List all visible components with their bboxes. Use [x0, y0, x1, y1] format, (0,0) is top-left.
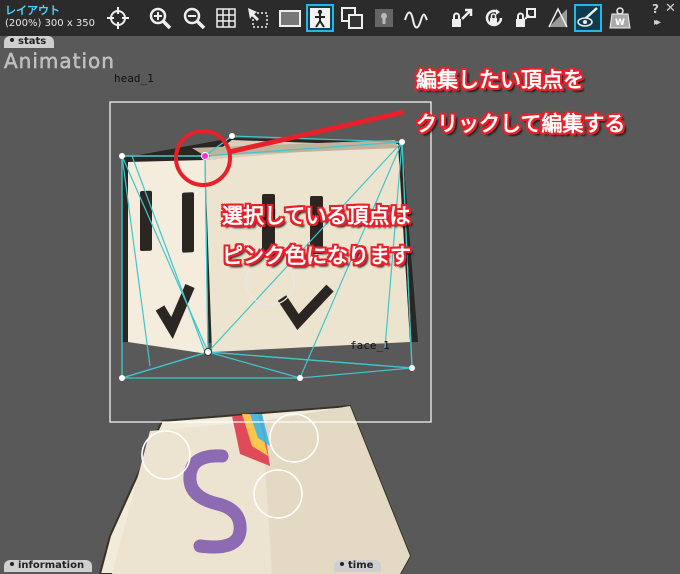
overlap-button[interactable]	[338, 4, 366, 32]
toolbar: レイアウト (200%) 300 x 350 W ? ✕ ▸▸	[0, 0, 680, 36]
select-area-icon	[248, 8, 268, 28]
skeleton-button[interactable]	[306, 4, 334, 32]
help-button[interactable]: ?	[652, 2, 659, 16]
grid-button[interactable]	[212, 4, 240, 32]
select-area-button[interactable]	[244, 4, 272, 32]
canvas-area[interactable]: stats Animation head_1 face_1 編集したい頂点を ク…	[0, 36, 680, 574]
face-bone-label: face_1	[350, 339, 390, 352]
window-title: レイアウト	[5, 4, 60, 17]
curve-button[interactable]	[402, 4, 430, 32]
time-tab-label: time	[348, 560, 374, 571]
weight-icon: W	[609, 7, 631, 29]
move-lock-icon	[452, 8, 473, 27]
keyhole-icon	[375, 9, 393, 27]
annotation-top-line2: クリックして編集する	[416, 112, 626, 136]
eye-brush-icon	[577, 7, 598, 27]
time-tab[interactable]: time	[334, 560, 382, 572]
annotation-mid-line2: ピンク色になります	[222, 244, 411, 268]
frame-button[interactable]	[276, 4, 304, 32]
move-tool-button[interactable]	[104, 4, 132, 32]
layers-icon	[341, 7, 363, 29]
frame-icon	[279, 10, 301, 27]
svg-text:W: W	[615, 18, 625, 28]
scale-lock-button[interactable]	[512, 4, 540, 32]
rotate-lock-button[interactable]	[480, 4, 508, 32]
information-tab[interactable]: information	[4, 560, 93, 572]
close-button[interactable]: ✕	[665, 1, 676, 16]
selected-vertex[interactable]	[201, 152, 209, 160]
zoom-out-button[interactable]	[180, 4, 208, 32]
zoom-out-icon	[183, 7, 206, 30]
texture-icon	[548, 7, 568, 28]
scale-lock-icon	[516, 8, 536, 27]
rotate-lock-icon	[485, 9, 503, 27]
wave-icon	[404, 11, 428, 29]
stick-figure-icon	[310, 8, 330, 28]
forward-button[interactable]: ▸▸	[654, 17, 661, 28]
texture-button[interactable]	[544, 4, 572, 32]
annotation-top-line1: 編集したい頂点を	[416, 68, 584, 92]
weight-button[interactable]: W	[606, 4, 634, 32]
zoom-in-icon	[149, 7, 172, 30]
view-deform-button[interactable]	[574, 4, 602, 32]
information-tab-label: information	[18, 560, 85, 571]
zoom-size-info: (200%) 300 x 350	[5, 18, 96, 29]
zoom-in-button[interactable]	[146, 4, 174, 32]
crosshair-icon	[107, 7, 129, 29]
head-bone-label: head_1	[114, 72, 154, 85]
grid-icon	[216, 8, 236, 28]
annotation-mid-line1: 選択している頂点は	[222, 204, 411, 228]
lock-part-button[interactable]	[370, 4, 398, 32]
move-lock-button[interactable]	[448, 4, 476, 32]
